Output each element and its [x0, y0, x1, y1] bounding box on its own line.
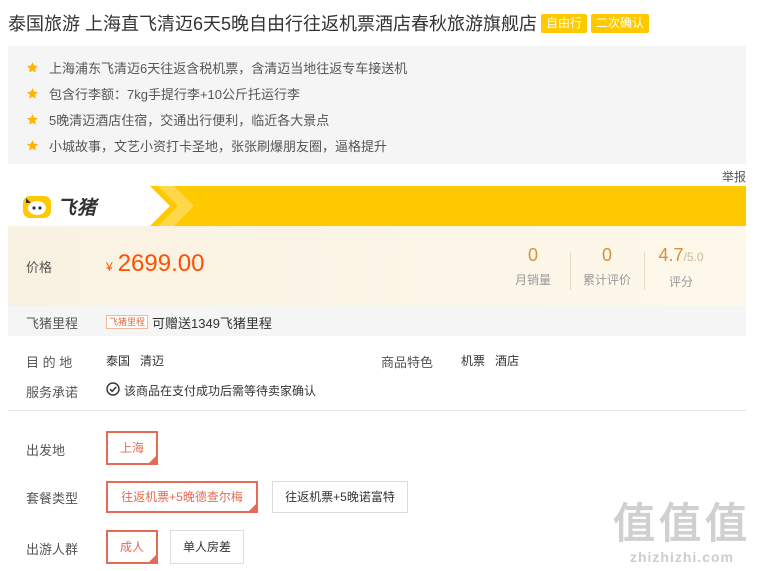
feature-label: 商品特色 [381, 355, 434, 370]
feizhu-logo: 飞猪 [22, 193, 97, 220]
service-label: 服务承诺 [26, 385, 79, 400]
brand-name: 飞猪 [57, 198, 98, 219]
price-label: 价格 [26, 260, 53, 275]
option-departure-shanghai[interactable]: 上海 [106, 431, 158, 465]
watermark-url: zhizhizhi.com [629, 549, 734, 565]
star-icon [26, 139, 39, 151]
option-package-2[interactable]: 往返机票+5晚诺富特 [272, 481, 408, 513]
stat-value: 0 [601, 245, 612, 265]
stat-rating: 4.7/5.0 评分 [644, 244, 718, 290]
watermark-logo: 值值值 [612, 500, 751, 547]
check-circle-icon [106, 382, 120, 396]
feature-item: 包含行李额：7kg手提行李+10公斤托运行李 [8, 80, 746, 106]
tag-free-travel: 自由行 [541, 13, 588, 33]
departure-label: 出发地 [26, 443, 66, 458]
option-group-single-room[interactable]: 单人房差 [170, 530, 244, 564]
star-icon [26, 113, 39, 125]
watermark: 值值值 zhizhizhi.com [613, 499, 751, 565]
feature-text: 5晚清迈酒店住宿，交通出行便利，临近各大景点 [49, 112, 330, 128]
stat-reviews[interactable]: 0 累计评价 [570, 244, 644, 290]
title-row: 泰国旅游 上海直飞清迈6天5晚自由行往返机票酒店春秋旅游旗舰店 自由行 二次确认 [8, 10, 650, 36]
miles-label: 飞猪里程 [26, 316, 79, 331]
group-label: 出游人群 [26, 542, 79, 557]
star-icon [26, 87, 39, 99]
stat-value: 0 [527, 245, 538, 265]
stat-value: 4.7 [658, 245, 684, 265]
banner-shape [8, 186, 194, 226]
product-title: 泰国旅游 上海直飞清迈6天5晚自由行往返机票酒店春秋旅游旗舰店 [8, 14, 538, 34]
feature-item: 5晚清迈酒店住宿，交通出行便利，临近各大景点 [8, 106, 746, 132]
feature-value: 机票 酒店 [461, 354, 520, 368]
report-link[interactable]: 举报 [722, 168, 746, 185]
option-group-adult[interactable]: 成人 [106, 530, 158, 564]
stats-group: 0 月销量 0 累计评价 4.7/5.0 评分 [496, 244, 718, 290]
pig-logo-icon [23, 195, 51, 218]
stat-suffix: /5.0 [683, 250, 704, 264]
miles-row: 飞猪里程 飞猪里程 可赠送1349飞猪里程 [8, 306, 746, 336]
package-label: 套餐类型 [26, 491, 79, 506]
price-panel: 价格 ¥ 2699.00 0 月销量 0 累计评价 4.7/5.0 评分 [8, 226, 746, 306]
destination-label: 目 的 地 [26, 355, 73, 370]
brand-banner: 飞猪 [8, 186, 746, 226]
tag-reconfirm: 二次确认 [591, 13, 650, 33]
feature-text: 小城故事，文艺小资打卡圣地，张张刷爆朋友圈，逼格提升 [49, 138, 388, 154]
divider [8, 410, 746, 411]
feature-item: 小城故事，文艺小资打卡圣地，张张刷爆朋友圈，逼格提升 [8, 132, 746, 158]
stat-label: 累计评价 [582, 273, 631, 287]
service-value: 该商品在支付成功后需等待卖家确认 [124, 384, 317, 398]
miles-text: 可赠送1349飞猪里程 [152, 316, 272, 331]
feature-text: 包含行李额：7kg手提行李+10公斤托运行李 [49, 86, 301, 102]
price-amount: 2699.00 [117, 250, 205, 277]
feature-list: 上海浦东飞清迈6天往返含税机票，含清迈当地往返专车接送机 包含行李额：7kg手提… [8, 46, 746, 164]
star-icon [26, 61, 39, 73]
stat-label: 月销量 [514, 273, 551, 287]
stat-monthly-sales: 0 月销量 [496, 244, 570, 290]
feature-text: 上海浦东飞清迈6天往返含税机票，含清迈当地往返专车接送机 [49, 60, 408, 76]
price-value: ¥ 2699.00 [106, 250, 204, 278]
option-package-1[interactable]: 往返机票+5晚德查尔梅 [106, 481, 258, 513]
stat-label: 评分 [668, 275, 693, 289]
price-currency: ¥ [106, 260, 113, 274]
miles-badge: 飞猪里程 [106, 315, 149, 329]
destination-value: 泰国 清迈 [106, 354, 165, 368]
feature-item: 上海浦东飞清迈6天往返含税机票，含清迈当地往返专车接送机 [8, 54, 746, 80]
